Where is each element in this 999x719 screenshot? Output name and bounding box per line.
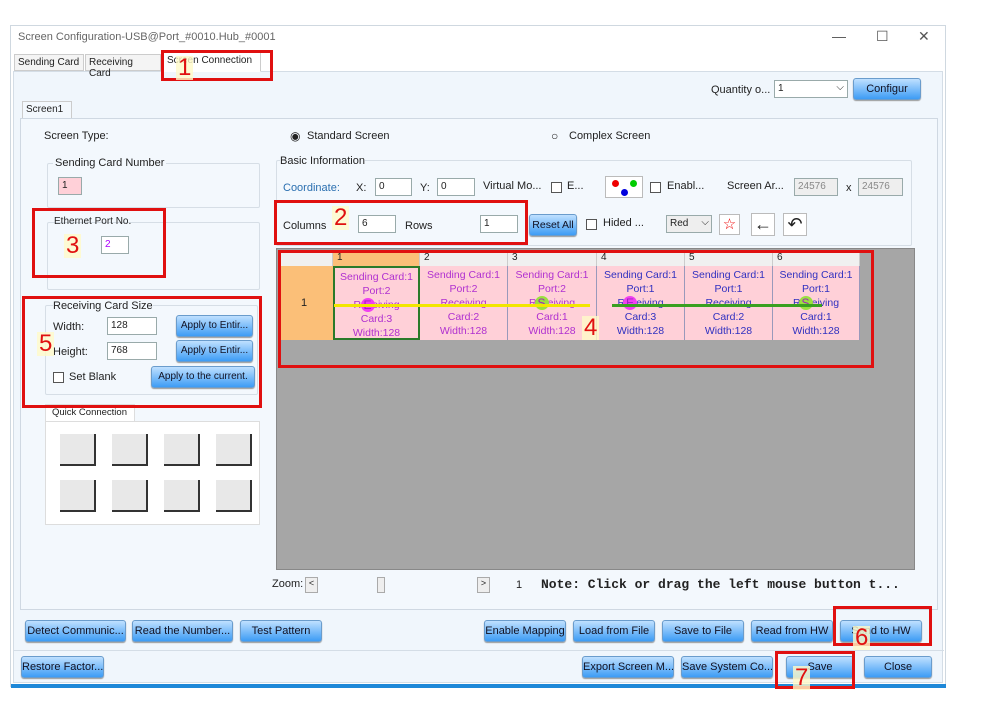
tab-receiving-card[interactable]: Receiving Card	[85, 54, 161, 79]
color-select[interactable]: Red ⌵	[666, 215, 712, 233]
zoom-slider-thumb[interactable]	[377, 577, 385, 593]
annotation-number-1: 1	[176, 54, 194, 81]
x-label: X:	[356, 182, 367, 194]
chevron-down-icon: ⌵	[701, 217, 709, 228]
x-input[interactable]: 0	[375, 178, 412, 196]
quick-connection-pattern-icon[interactable]	[164, 480, 200, 512]
standard-screen-label: Standard Screen	[307, 130, 390, 142]
tab-sending-card[interactable]: Sending Card	[14, 54, 84, 71]
quick-connection-pattern-icon[interactable]	[216, 480, 252, 512]
enable-mapping-button[interactable]: Enable Mapping	[484, 620, 566, 642]
annotation-number-5: 5	[37, 330, 55, 357]
basic-info-label: Basic Information	[280, 155, 365, 167]
test-pattern-button[interactable]: Test Pattern	[240, 620, 322, 642]
quick-connection-pattern-icon[interactable]	[112, 480, 148, 512]
star-icon[interactable]: ☆	[719, 214, 740, 235]
zoom-decrease-button[interactable]: <	[305, 577, 318, 593]
radio-complex-icon[interactable]: ○	[551, 129, 558, 143]
zoom-value: 1	[516, 579, 523, 591]
virtual-mode-checkbox[interactable]	[551, 182, 562, 193]
annotation-number-4: 4	[582, 314, 600, 341]
annotation-box-5	[22, 296, 262, 408]
zoom-increase-button[interactable]: >	[477, 577, 490, 593]
undo-icon[interactable]: ↶	[783, 213, 807, 236]
detect-communication-button[interactable]: Detect Communic...	[25, 620, 126, 642]
save-system-config-button[interactable]: Save System Co...	[681, 656, 773, 678]
complex-screen-label: Complex Screen	[569, 130, 651, 142]
quick-connection-pattern-icon[interactable]	[216, 434, 252, 466]
quantity-label: Quantity o...	[711, 84, 771, 96]
quick-connection-pattern-icon[interactable]	[164, 434, 200, 466]
read-number-button[interactable]: Read the Number...	[132, 620, 233, 642]
rgb-dots-icon[interactable]	[605, 176, 643, 198]
minimize-button[interactable]: —	[832, 28, 846, 44]
y-label: Y:	[420, 182, 430, 194]
reset-all-button[interactable]: Reset All	[529, 214, 577, 236]
radio-standard-icon[interactable]: ◉	[290, 129, 300, 143]
quick-connection-pattern-icon[interactable]	[60, 434, 96, 466]
sending-card-number-label: Sending Card Number	[53, 157, 167, 169]
close-window-button[interactable]: ✕	[918, 28, 930, 45]
area-width-input: 24576	[794, 178, 838, 196]
read-from-hw-button[interactable]: Read from HW	[751, 620, 833, 642]
annotation-box-7	[775, 651, 855, 689]
screen-type-label: Screen Type:	[44, 130, 109, 142]
quantity-value: 1	[778, 83, 784, 94]
area-x-separator: x	[846, 182, 852, 194]
quick-connection-pattern-icon[interactable]	[112, 434, 148, 466]
maximize-button[interactable]: ☐	[876, 28, 889, 45]
load-from-file-button[interactable]: Load from File	[573, 620, 655, 642]
save-to-file-button[interactable]: Save to File	[662, 620, 744, 642]
restore-factory-button[interactable]: Restore Factor...	[21, 656, 104, 678]
quick-connection-panel	[45, 421, 260, 525]
virtual-mode-label: Virtual Mo...	[483, 180, 542, 192]
hided-label: Hided ...	[603, 217, 644, 229]
annotation-box-3	[32, 208, 166, 278]
close-button[interactable]: Close	[864, 656, 932, 678]
screen-area-label: Screen Ar...	[727, 180, 784, 192]
window-title: Screen Configuration-USB@Port_#0010.Hub_…	[18, 31, 276, 43]
configure-button[interactable]: Configur	[853, 78, 921, 100]
enable-checkbox[interactable]	[650, 182, 661, 193]
export-screen-button[interactable]: Export Screen M...	[582, 656, 674, 678]
sending-card-number-input[interactable]: 1	[58, 177, 82, 195]
quick-connection-pattern-icon[interactable]	[60, 480, 96, 512]
coordinate-label: Coordinate:	[283, 182, 340, 194]
hided-checkbox[interactable]	[586, 219, 597, 230]
color-value: Red	[670, 218, 689, 229]
area-height-input: 24576	[858, 178, 903, 196]
chevron-down-icon: ⌵	[836, 82, 844, 93]
virtual-e-label: E...	[567, 180, 584, 192]
annotation-box-2	[274, 200, 528, 245]
annotation-number-7: 7	[793, 664, 811, 691]
annotation-number-3: 3	[64, 232, 82, 259]
annotation-number-6: 6	[853, 624, 871, 651]
y-input[interactable]: 0	[437, 178, 475, 196]
arrow-left-icon[interactable]: ←	[751, 213, 775, 236]
annotation-box-4	[278, 250, 874, 368]
zoom-label: Zoom:	[272, 578, 304, 590]
annotation-box-6	[833, 606, 932, 646]
enable-label: Enabl...	[667, 180, 705, 192]
note-text: Note: Click or drag the left mouse butto…	[541, 577, 900, 592]
annotation-number-2: 2	[332, 204, 350, 231]
quantity-select[interactable]: 1 ⌵	[774, 80, 848, 98]
